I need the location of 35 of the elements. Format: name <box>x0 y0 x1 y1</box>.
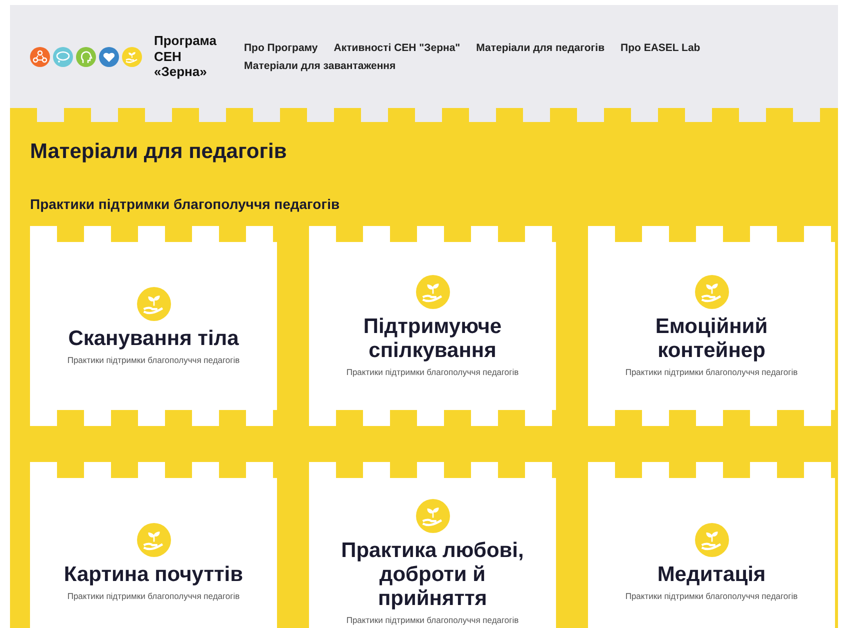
practice-card[interactable]: Практика любові, доброти й прийняття Практики підтримки благополуччя педагогів <box>309 462 556 628</box>
nav-link[interactable]: Матеріали для педагогів <box>476 42 605 54</box>
nav-link[interactable]: Активності СЕН "Зерна" <box>334 42 460 54</box>
card-subtitle: Практики підтримки благополуччя педагогів <box>625 367 798 378</box>
site-title[interactable]: Програма СЕН «Зерна» <box>154 33 234 80</box>
card-title: Підтримуюче спілкування <box>362 314 503 364</box>
nav-link[interactable]: Про EASEL Lab <box>620 42 700 54</box>
nav-link[interactable]: Про Програму <box>244 42 318 54</box>
hand-sprout-icon <box>694 274 728 309</box>
page-title: Матеріали для педагогів <box>30 140 288 164</box>
practice-card[interactable]: Підтримуюче спілкування Практики підтримки благополуччя педагогів <box>309 226 556 426</box>
practice-card[interactable]: Сканування тіла Практики підтримки благополуччя педагогів <box>30 226 277 426</box>
card-subtitle: Практики підтримки благополуччя педагогів <box>346 367 519 378</box>
hand-sprout-icon <box>136 522 170 557</box>
practice-card[interactable]: Медитація Практики підтримки благополуччя педагогів <box>588 462 835 628</box>
card-title: Практика любові, доброти й прийняття <box>340 538 525 612</box>
hand-sprout-icon <box>136 286 170 321</box>
card-title: Картина почуттів <box>64 562 244 588</box>
card-subtitle: Практики підтримки благополуччя педагогів <box>67 355 240 366</box>
hand-sprout-icon <box>694 522 728 557</box>
card-title: Сканування тіла <box>68 326 239 352</box>
practice-card[interactable]: Емоційний контейнер Практики підтримки благополуччя педагогів <box>588 226 835 426</box>
hand-sprout-icon <box>416 274 450 309</box>
section-title: Практики підтримки благополуччя педагогів <box>30 196 341 212</box>
nav-link[interactable]: Матеріали для завантаження <box>244 60 396 72</box>
practice-card[interactable]: Картина почуттів Практики підтримки благополуччя педагогів <box>30 462 277 628</box>
card-title: Емоційний контейнер <box>654 314 769 364</box>
hand-sprout-icon <box>416 498 450 533</box>
card-subtitle: Практики підтримки благополуччя педагогів <box>346 615 519 626</box>
head-icon[interactable] <box>76 46 96 66</box>
people-icon[interactable] <box>30 46 50 66</box>
card-subtitle: Практики підтримки благополуччя педагогів <box>625 591 798 602</box>
card-title: Медитація <box>657 562 766 588</box>
card-subtitle: Практики підтримки благополуччя педагогів <box>67 591 240 602</box>
speech-bubble-icon[interactable] <box>53 46 73 66</box>
